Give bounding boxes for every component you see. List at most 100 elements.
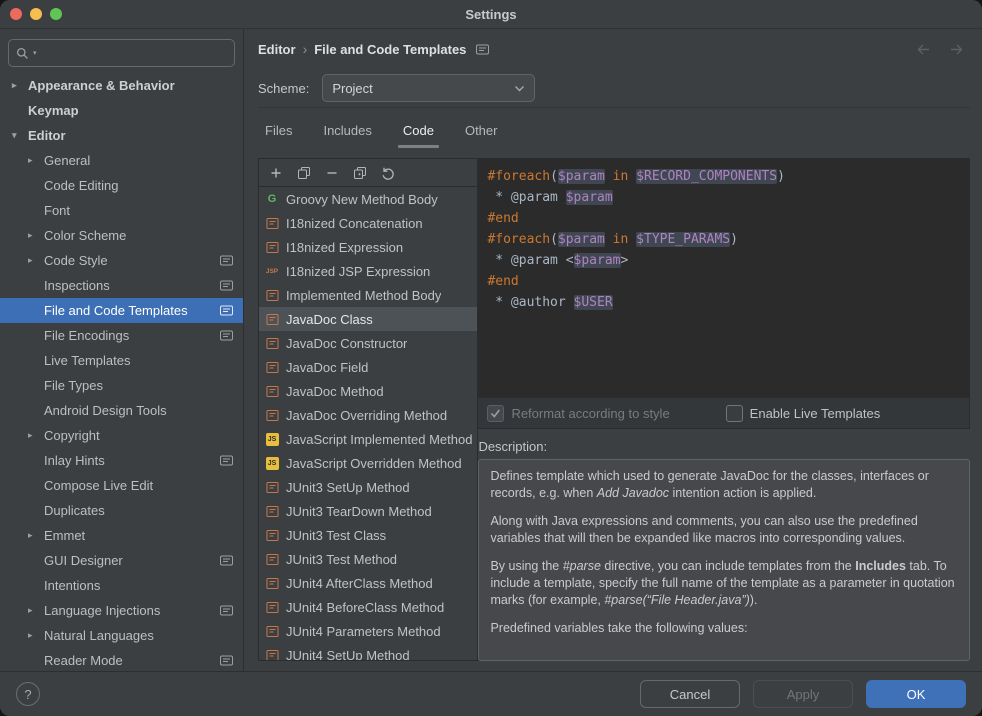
sidebar-item-label: Appearance & Behavior [28,78,175,93]
sidebar-item-code-editing[interactable]: Code Editing [0,173,243,198]
add-icon[interactable] [269,166,283,180]
sidebar-item-android-design-tools[interactable]: Android Design Tools [0,398,243,423]
template-item-i18nized-expression[interactable]: I18nized Expression [259,235,477,259]
chevron-right-icon[interactable]: ▸ [28,155,44,166]
chevron-right-icon[interactable]: ▸ [12,80,28,91]
template-item-junit3-teardown-method[interactable]: JUnit3 TearDown Method [259,499,477,523]
template-item-label: I18nized Expression [286,240,403,255]
sidebar-item-appearance-behavior[interactable]: ▸Appearance & Behavior [0,73,243,98]
copy-icon[interactable] [297,166,311,180]
description-box[interactable]: Defines template which used to generate … [478,459,970,661]
template-item-javadoc-method[interactable]: JavaDoc Method [259,379,477,403]
ok-button[interactable]: OK [866,680,966,708]
undo-icon[interactable] [381,166,395,180]
template-editor[interactable]: #foreach($param in $RECORD_COMPONENTS) *… [478,158,970,398]
template-item-javadoc-overriding-method[interactable]: JavaDoc Overriding Method [259,403,477,427]
sidebar-item-label: File Encodings [44,328,129,343]
cancel-button[interactable]: Cancel [640,680,740,708]
sidebar-item-file-encodings[interactable]: File Encodings [0,323,243,348]
template-item-junit4-beforeclass-method[interactable]: JUnit4 BeforeClass Method [259,595,477,619]
duplicate-icon[interactable] [353,166,367,180]
tab-includes[interactable]: Includes [321,114,373,148]
tab-code[interactable]: Code [401,114,436,148]
chevron-right-icon[interactable]: ▸ [28,530,44,541]
chevron-right-icon[interactable]: ▸ [28,255,44,266]
template-item-javadoc-class[interactable]: JavaDoc Class [259,307,477,331]
template-file-icon [264,480,280,495]
sidebar-item-live-templates[interactable]: Live Templates [0,348,243,373]
sidebar-item-label: General [44,153,90,168]
template-item-junit4-setup-method[interactable]: JUnit4 SetUp Method [259,643,477,660]
chevron-right-icon[interactable]: ▸ [28,430,44,441]
template-item-groovy-new-method-body[interactable]: GGroovy New Method Body [259,187,477,211]
sidebar-item-file-types[interactable]: File Types [0,373,243,398]
sidebar-item-keymap[interactable]: Keymap [0,98,243,123]
search-input[interactable] [41,45,227,62]
groovy-file-icon: G [264,193,280,205]
template-file-icon [264,336,280,351]
template-item-label: JavaDoc Field [286,360,368,375]
template-item-junit3-setup-method[interactable]: JUnit3 SetUp Method [259,475,477,499]
template-file-icon [264,288,280,303]
template-item-junit3-test-class[interactable]: JUnit3 Test Class [259,523,477,547]
template-item-javadoc-field[interactable]: JavaDoc Field [259,355,477,379]
tab-other[interactable]: Other [463,114,500,148]
chevron-down-icon[interactable]: ▾ [12,130,28,141]
template-item-junit3-test-method[interactable]: JUnit3 Test Method [259,547,477,571]
template-item-junit4-parameters-method[interactable]: JUnit4 Parameters Method [259,619,477,643]
monitor-icon [220,255,233,266]
remove-icon[interactable] [325,166,339,180]
template-file-icon [264,216,280,231]
sidebar-item-color-scheme[interactable]: ▸Color Scheme [0,223,243,248]
template-item-i18nized-concatenation[interactable]: I18nized Concatenation [259,211,477,235]
sidebar-item-language-injections[interactable]: ▸Language Injections [0,598,243,623]
chevron-right-icon[interactable]: ▸ [28,230,44,241]
scheme-select[interactable]: Project [322,74,535,102]
sidebar-item-compose-live-edit[interactable]: Compose Live Edit [0,473,243,498]
sidebar-item-label: Font [44,203,70,218]
sidebar-item-duplicates[interactable]: Duplicates [0,498,243,523]
close-button[interactable] [10,8,22,20]
sidebar-item-inlay-hints[interactable]: Inlay Hints [0,448,243,473]
help-button[interactable]: ? [16,682,40,706]
sidebar-item-file-and-code-templates[interactable]: File and Code Templates [0,298,243,323]
js-file-icon: JS [264,457,280,470]
template-item-junit4-afterclass-method[interactable]: JUnit4 AfterClass Method [259,571,477,595]
sidebar-item-font[interactable]: Font [0,198,243,223]
sidebar-item-gui-designer[interactable]: GUI Designer [0,548,243,573]
breadcrumb-separator-icon: › [303,41,308,57]
template-file-icon [264,576,280,591]
sidebar-item-natural-languages[interactable]: ▸Natural Languages [0,623,243,648]
template-item-javascript-implemented-method[interactable]: JSJavaScript Implemented Method [259,427,477,451]
sidebar-item-code-style[interactable]: ▸Code Style [0,248,243,273]
description-paragraph: Predefined variables take the following … [490,620,958,637]
minimize-button[interactable] [30,8,42,20]
search-options-chevron-icon[interactable]: ▾ [33,49,37,57]
apply-button[interactable]: Apply [753,680,853,708]
back-icon[interactable] [916,43,931,56]
code-line: #foreach($param in $RECORD_COMPONENTS) [487,166,960,187]
reformat-checkbox[interactable]: Reformat according to style [487,405,669,422]
sidebar-item-emmet[interactable]: ▸Emmet [0,523,243,548]
tab-files[interactable]: Files [263,114,294,148]
monitor-icon [220,655,233,666]
sidebar-item-general[interactable]: ▸General [0,148,243,173]
breadcrumb-editor[interactable]: Editor [258,42,296,57]
template-item-implemented-method-body[interactable]: Implemented Method Body [259,283,477,307]
main-area: ▾ ▸Appearance & BehaviorKeymap▾Editor▸Ge… [0,29,982,671]
template-item-javadoc-constructor[interactable]: JavaDoc Constructor [259,331,477,355]
titlebar: Settings [0,0,982,29]
chevron-right-icon[interactable]: ▸ [28,605,44,616]
search-field[interactable]: ▾ [8,39,235,67]
sidebar-item-inspections[interactable]: Inspections [0,273,243,298]
enable-live-templates-checkbox[interactable]: Enable Live Templates [726,405,881,422]
forward-icon[interactable] [949,43,964,56]
chevron-right-icon[interactable]: ▸ [28,630,44,641]
template-item-javascript-overridden-method[interactable]: JSJavaScript Overridden Method [259,451,477,475]
sidebar-item-reader-mode[interactable]: Reader Mode [0,648,243,671]
zoom-button[interactable] [50,8,62,20]
sidebar-item-copyright[interactable]: ▸Copyright [0,423,243,448]
sidebar-item-editor[interactable]: ▾Editor [0,123,243,148]
sidebar-item-intentions[interactable]: Intentions [0,573,243,598]
template-item-i18nized-jsp-expression[interactable]: JSPI18nized JSP Expression [259,259,477,283]
